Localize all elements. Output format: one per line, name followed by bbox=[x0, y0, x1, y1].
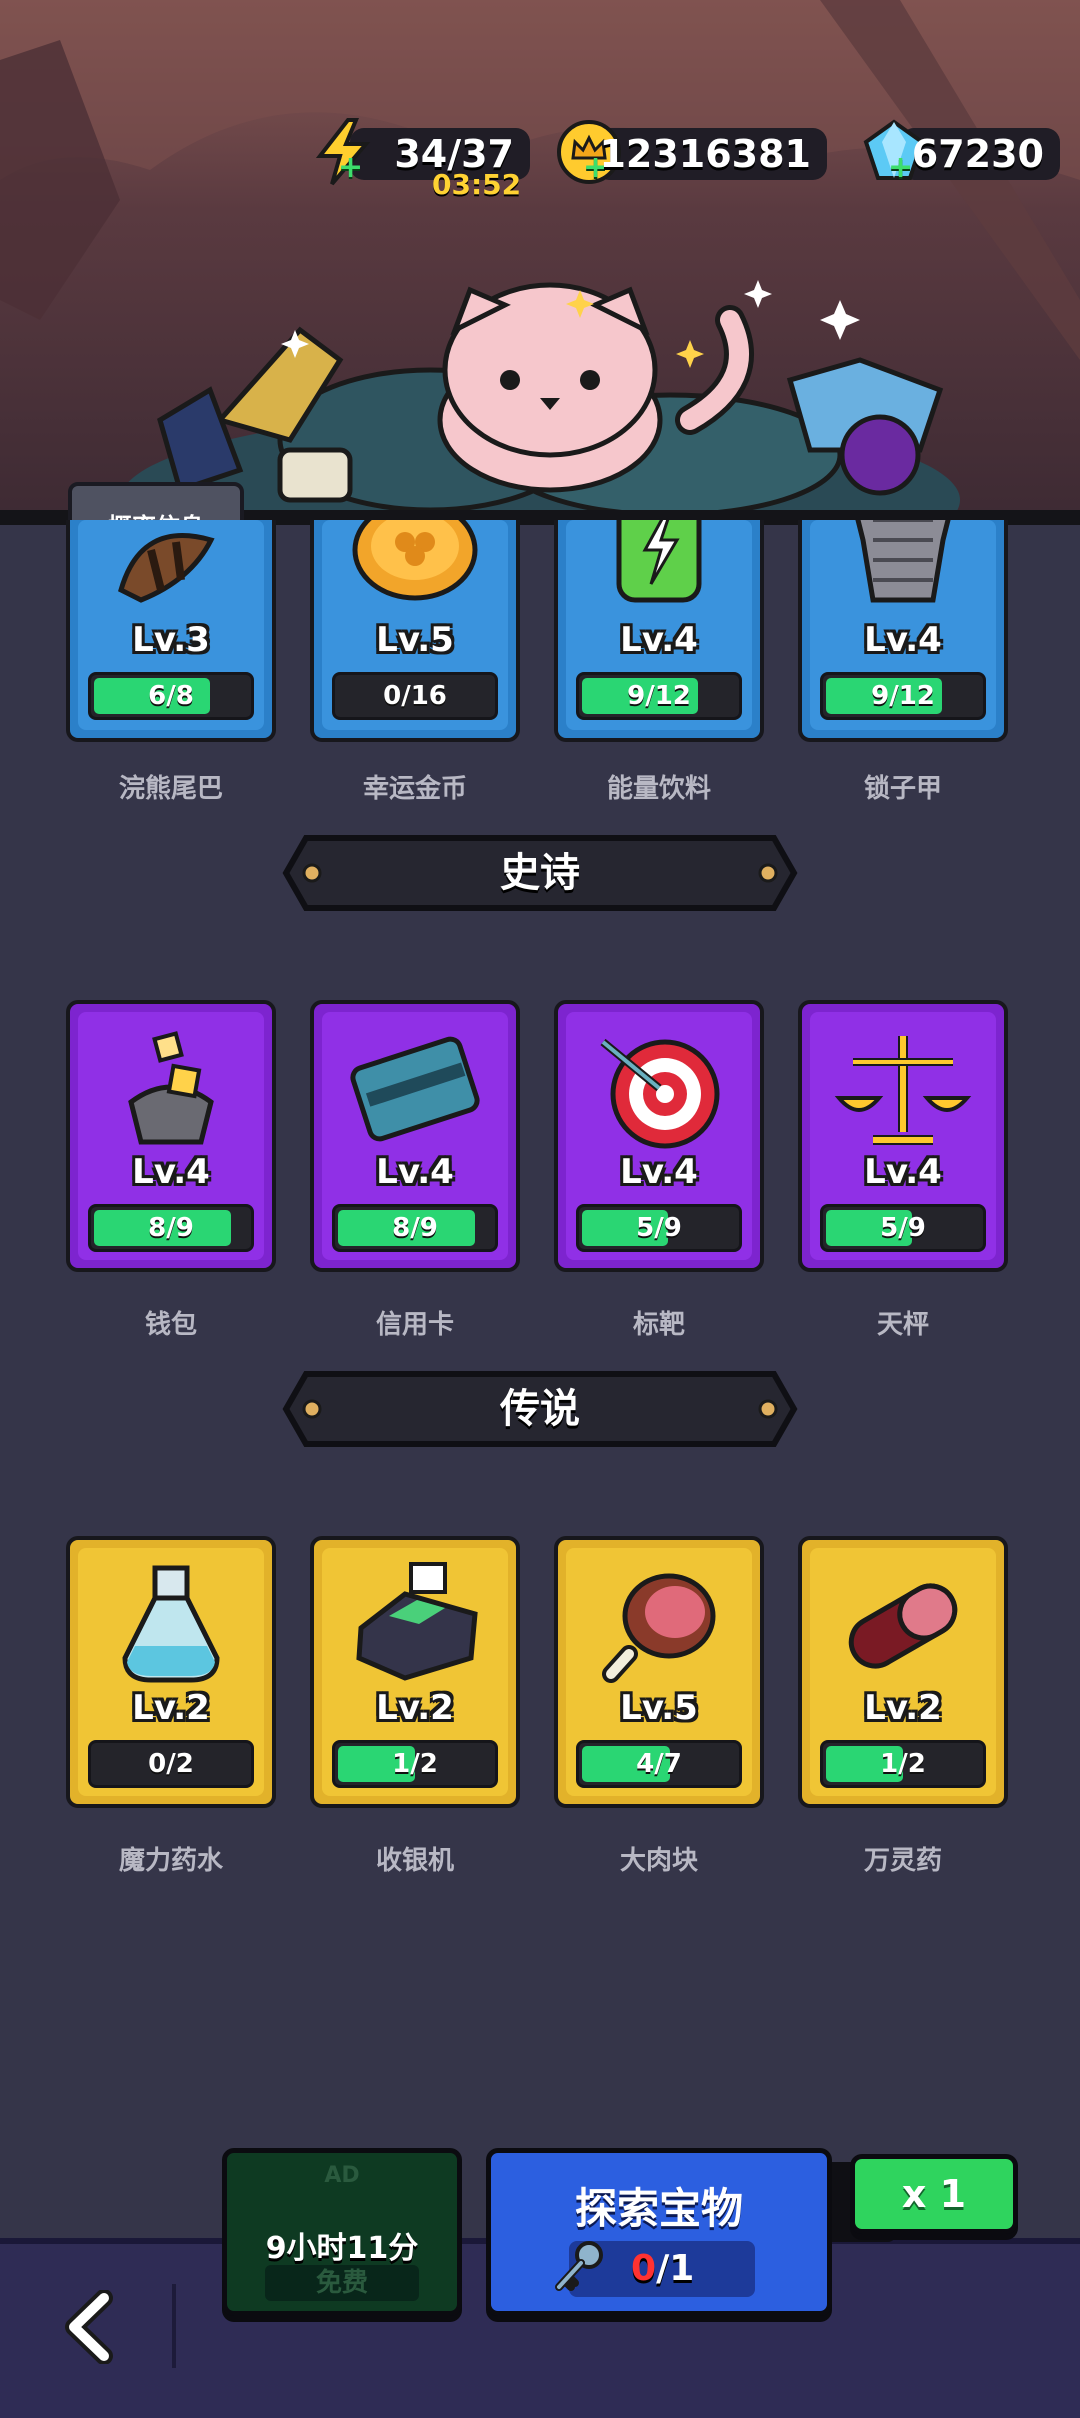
item-progress-text: 0/16 bbox=[383, 681, 447, 711]
item-card-meat[interactable]: Lv.5 4/7 bbox=[554, 1536, 764, 1808]
item-level: Lv.4 bbox=[864, 620, 942, 660]
key-count: 0/1 bbox=[631, 2241, 694, 2297]
item-progress-bar: 5/9 bbox=[576, 1204, 742, 1252]
item-progress-text: 9/12 bbox=[627, 681, 691, 711]
item-progress-text: 6/8 bbox=[148, 681, 194, 711]
multiplier-button[interactable]: x 1 bbox=[850, 2154, 1018, 2234]
item-level: Lv.5 bbox=[620, 1688, 698, 1728]
item-card-potion[interactable]: Lv.2 0/2 bbox=[66, 1536, 276, 1808]
item-progress-bar: 9/12 bbox=[576, 672, 742, 720]
item-name: 大肉块 bbox=[619, 1846, 698, 1876]
item-card-wallet[interactable]: Lv.4 8/9 bbox=[66, 1000, 276, 1272]
item-progress-text: 8/9 bbox=[148, 1213, 194, 1243]
key-count-current: 0 bbox=[631, 2248, 657, 2289]
item-progress-bar: 9/12 bbox=[820, 672, 986, 720]
item-card-chainmail[interactable]: Lv.4 9/12 bbox=[798, 520, 1008, 742]
item-level: Lv.5 bbox=[376, 620, 454, 660]
item-progress-bar: 1/2 bbox=[820, 1740, 986, 1788]
item-progress-text: 9/12 bbox=[871, 681, 935, 711]
item-progress-text: 4/7 bbox=[636, 1749, 682, 1779]
item-progress-bar: 8/9 bbox=[88, 1204, 254, 1252]
explore-treasure-button[interactable]: 探索宝物 0/1 bbox=[486, 2148, 832, 2316]
item-progress-text: 0/2 bbox=[148, 1749, 194, 1779]
section-title: 传说 bbox=[500, 1386, 580, 1432]
item-level: Lv.2 bbox=[376, 1688, 454, 1728]
chainmail-icon bbox=[855, 520, 951, 603]
item-name: 魔力药水 bbox=[118, 1846, 223, 1876]
item-level: Lv.4 bbox=[132, 1152, 210, 1192]
energy-drink-icon bbox=[616, 520, 702, 603]
add-gems-icon[interactable]: + bbox=[888, 142, 913, 194]
item-name: 钱包 bbox=[144, 1310, 197, 1340]
item-name: 收银机 bbox=[375, 1846, 454, 1876]
ad-cooldown-time: 9小时11分 bbox=[265, 2231, 419, 2266]
ad-label: AD bbox=[324, 2163, 360, 2188]
back-arrow-icon[interactable] bbox=[60, 2290, 120, 2364]
pill-icon bbox=[848, 1583, 958, 1669]
item-name: 标靶 bbox=[632, 1310, 685, 1340]
target-icon bbox=[600, 1038, 720, 1149]
item-level: Lv.4 bbox=[620, 1152, 698, 1192]
energy-timer: 03:52 bbox=[432, 168, 522, 201]
item-level: Lv.2 bbox=[864, 1688, 942, 1728]
add-energy-icon[interactable]: + bbox=[338, 142, 363, 194]
item-progress-bar: 4/7 bbox=[576, 1740, 742, 1788]
item-name: 信用卡 bbox=[375, 1310, 454, 1340]
item-card-credit-card[interactable]: Lv.4 8/9 bbox=[310, 1000, 520, 1272]
raccoon-tail-icon bbox=[118, 533, 215, 603]
item-card-target[interactable]: Lv.4 5/9 bbox=[554, 1000, 764, 1272]
wallet-icon bbox=[128, 1031, 214, 1145]
divider bbox=[172, 2284, 176, 2368]
gem-value: 67230 bbox=[911, 132, 1044, 176]
explore-title: 探索宝物 bbox=[574, 2184, 743, 2233]
item-progress-bar: 0/2 bbox=[88, 1740, 254, 1788]
item-card-pill[interactable]: Lv.2 1/2 bbox=[798, 1536, 1008, 1808]
epic-section-header: 史诗 bbox=[282, 834, 798, 912]
potion-icon bbox=[122, 1565, 220, 1683]
item-progress-bar: 6/8 bbox=[88, 672, 254, 720]
item-card-cash-register[interactable]: Lv.2 1/2 bbox=[310, 1536, 520, 1808]
hero-scene bbox=[0, 0, 1080, 525]
item-level: Lv.4 bbox=[864, 1152, 942, 1192]
section-title: 史诗 bbox=[500, 850, 580, 896]
item-level: Lv.4 bbox=[620, 620, 698, 660]
item-progress-text: 5/9 bbox=[880, 1213, 926, 1243]
item-name: 幸运金币 bbox=[362, 774, 467, 804]
item-name: 天枰 bbox=[876, 1310, 929, 1340]
gold-value: 12316381 bbox=[599, 132, 811, 176]
item-level: Lv.3 bbox=[132, 620, 210, 660]
key-icon bbox=[555, 2241, 603, 2291]
meat-icon bbox=[602, 1573, 716, 1683]
key-count-total: /1 bbox=[656, 2248, 695, 2289]
scale-icon bbox=[834, 1036, 972, 1145]
item-progress-text: 8/9 bbox=[392, 1213, 438, 1243]
item-card-raccoon-tail[interactable]: Lv.3 6/8 bbox=[66, 520, 276, 742]
item-progress-text: 5/9 bbox=[636, 1213, 682, 1243]
item-card-scale[interactable]: Lv.4 5/9 bbox=[798, 1000, 1008, 1272]
item-level: Lv.2 bbox=[132, 1688, 210, 1728]
item-name: 浣熊尾巴 bbox=[118, 774, 223, 804]
item-name: 万灵药 bbox=[863, 1846, 942, 1876]
item-name: 锁子甲 bbox=[863, 774, 942, 804]
item-card-lucky-coin[interactable]: Lv.5 0/16 bbox=[310, 520, 520, 742]
item-level: Lv.4 bbox=[376, 1152, 454, 1192]
credit-card-icon bbox=[350, 1036, 480, 1142]
item-progress-bar: 0/16 bbox=[332, 672, 498, 720]
hero-banner bbox=[0, 0, 1080, 525]
item-name: 能量饮料 bbox=[606, 774, 711, 804]
gem-counter[interactable]: + 67230 bbox=[863, 119, 1060, 185]
item-progress-text: 1/2 bbox=[392, 1749, 438, 1779]
cash-register-icon bbox=[356, 1562, 478, 1681]
item-progress-bar: 5/9 bbox=[820, 1204, 986, 1252]
legend-section-header: 传说 bbox=[282, 1370, 798, 1448]
item-progress-bar: 1/2 bbox=[332, 1740, 498, 1788]
free-label: 免费 bbox=[265, 2265, 419, 2301]
gold-counter[interactable]: + 12316381 bbox=[557, 120, 827, 185]
lucky-coin-icon bbox=[352, 520, 478, 601]
item-progress-bar: 8/9 bbox=[332, 1204, 498, 1252]
watch-ad-button[interactable]: AD 免费 9小时11分 bbox=[222, 2148, 462, 2316]
item-progress-text: 1/2 bbox=[880, 1749, 926, 1779]
item-card-energy-drink[interactable]: Lv.4 9/12 bbox=[554, 520, 764, 742]
